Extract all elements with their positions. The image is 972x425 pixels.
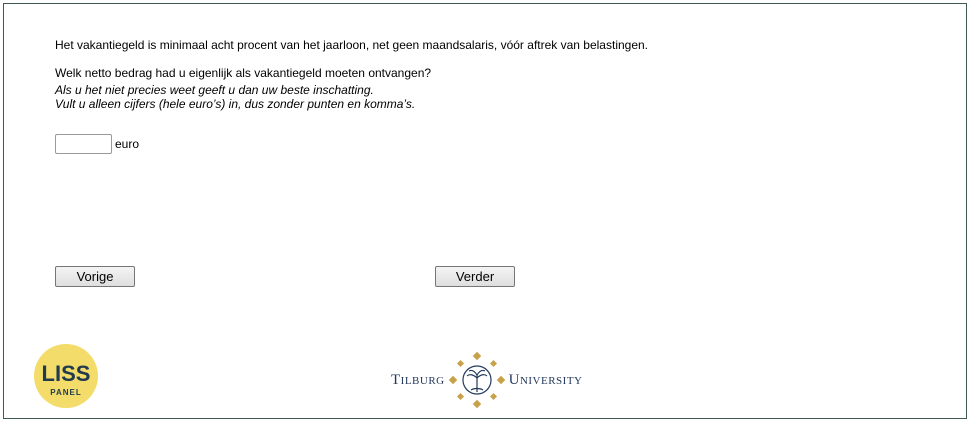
next-button[interactable]: Verder bbox=[435, 266, 515, 287]
hint-line-1: Als u het niet precies weet geeft u dan … bbox=[55, 83, 374, 97]
liss-panel-logo: LISS PANEL bbox=[34, 344, 98, 408]
answer-row: euro bbox=[55, 134, 139, 154]
unit-label: euro bbox=[115, 137, 140, 151]
tilburg-emblem-icon bbox=[448, 352, 505, 408]
liss-logo-text: LISS bbox=[42, 361, 91, 386]
question-hint: Als u het niet precies weet geeft u dan … bbox=[55, 83, 415, 111]
amount-input[interactable] bbox=[55, 134, 112, 154]
tilburg-word: Tilburg bbox=[391, 371, 445, 388]
previous-button[interactable]: Vorige bbox=[55, 266, 135, 287]
question-intro: Het vakantiegeld is minimaal acht procen… bbox=[55, 38, 649, 52]
hint-line-2: Vult u alleen cijfers (hele euro’s) in, … bbox=[55, 97, 416, 111]
university-word: University bbox=[508, 371, 583, 388]
question-prompt: Welk netto bedrag had u eigenlijk als va… bbox=[55, 66, 432, 80]
tilburg-university-logo: Tilburg University bbox=[391, 352, 583, 408]
liss-logo-subtext: PANEL bbox=[50, 388, 82, 397]
